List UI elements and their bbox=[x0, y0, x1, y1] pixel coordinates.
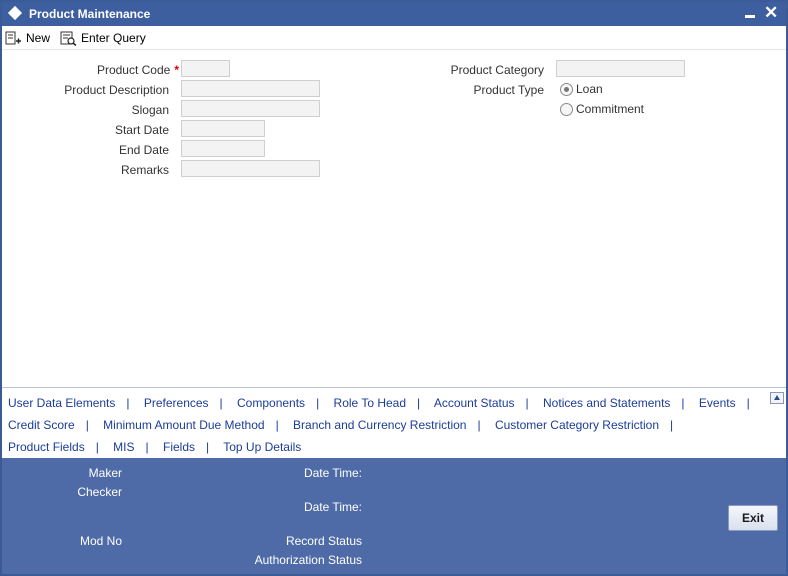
checker-date-time-label: Date Time: bbox=[303, 500, 362, 514]
product-code-input[interactable] bbox=[181, 60, 230, 77]
product-code-label: Product Code * bbox=[96, 63, 179, 77]
sub-screen-links: User Data Elements | Preferences | Compone… bbox=[2, 387, 786, 458]
enter-query-button[interactable]: Enter Query bbox=[60, 30, 146, 46]
end-date-input[interactable] bbox=[181, 140, 265, 157]
link-role-to-head[interactable]: Role To Head bbox=[334, 396, 407, 410]
product-category-label: Product Category bbox=[450, 63, 544, 77]
link-fields[interactable]: Fields bbox=[163, 440, 195, 454]
product-category-input[interactable] bbox=[556, 60, 685, 77]
close-icon[interactable]: ✕ bbox=[764, 3, 778, 23]
link-user-data-elements[interactable]: User Data Elements bbox=[8, 396, 115, 410]
toolbar: New Enter Query bbox=[2, 26, 786, 50]
app-diamond-icon bbox=[7, 5, 23, 21]
record-status-label: Record Status bbox=[285, 534, 362, 548]
slogan-input[interactable] bbox=[181, 100, 320, 117]
links-row-3: Product Fields | MIS | Fields | Top Up Deta… bbox=[8, 440, 302, 454]
remarks-input[interactable] bbox=[181, 160, 320, 177]
new-document-icon bbox=[5, 31, 21, 44]
link-minimum-amount-due-method[interactable]: Minimum Amount Due Method bbox=[103, 418, 264, 432]
required-marker: * bbox=[174, 63, 179, 77]
link-preferences[interactable]: Preferences bbox=[144, 396, 209, 410]
remarks-label: Remarks bbox=[120, 163, 169, 177]
enter-query-icon bbox=[60, 31, 77, 46]
link-events[interactable]: Events bbox=[699, 396, 736, 410]
link-mis[interactable]: MIS bbox=[113, 440, 134, 454]
loan-radio-label[interactable]: Loan bbox=[576, 82, 603, 96]
authorization-status-label: Authorization Status bbox=[254, 553, 362, 567]
collapse-links-icon[interactable] bbox=[770, 392, 784, 404]
commitment-radio[interactable] bbox=[560, 103, 573, 116]
link-customer-category-restriction[interactable]: Customer Category Restriction bbox=[495, 418, 659, 432]
mod-no-label: Mod No bbox=[79, 534, 122, 548]
maker-label: Maker bbox=[88, 466, 122, 480]
audit-footer: Maker Checker Mod No Date Time: Date Tim… bbox=[2, 458, 786, 574]
loan-radio[interactable] bbox=[560, 83, 573, 96]
new-button-label: New bbox=[26, 31, 51, 45]
product-type-label: Product Type bbox=[473, 83, 545, 97]
maker-date-time-label: Date Time: bbox=[303, 466, 362, 480]
commitment-radio-label[interactable]: Commitment bbox=[576, 102, 644, 116]
end-date-label: End Date bbox=[118, 143, 169, 157]
product-description-input[interactable] bbox=[181, 80, 320, 97]
link-credit-score[interactable]: Credit Score bbox=[8, 418, 75, 432]
product-maintenance-window: Product Maintenance ✕ New Enter Query Pr… bbox=[0, 0, 788, 576]
exit-button[interactable]: Exit bbox=[728, 505, 778, 531]
link-components[interactable]: Components bbox=[237, 396, 305, 410]
product-description-label: Product Description bbox=[64, 83, 169, 97]
link-product-fields[interactable]: Product Fields bbox=[8, 440, 85, 454]
links-row-1: User Data Elements | Preferences | Compone… bbox=[8, 396, 750, 410]
slogan-label: Slogan bbox=[131, 103, 169, 117]
link-account-status[interactable]: Account Status bbox=[434, 396, 515, 410]
link-branch-and-currency-restriction[interactable]: Branch and Currency Restriction bbox=[293, 418, 466, 432]
link-notices-and-statements[interactable]: Notices and Statements bbox=[543, 396, 670, 410]
link-top-up-details[interactable]: Top Up Details bbox=[223, 440, 301, 454]
title-bar: Product Maintenance ✕ bbox=[2, 2, 786, 26]
start-date-label: Start Date bbox=[114, 123, 169, 137]
links-row-2: Credit Score | Minimum Amount Due Method |… bbox=[8, 418, 674, 432]
window-title: Product Maintenance bbox=[29, 7, 151, 21]
enter-query-label: Enter Query bbox=[81, 31, 146, 45]
checker-label: Checker bbox=[77, 485, 122, 499]
start-date-input[interactable] bbox=[181, 120, 265, 137]
minimize-icon[interactable] bbox=[745, 15, 755, 18]
new-button[interactable]: New bbox=[5, 30, 50, 46]
